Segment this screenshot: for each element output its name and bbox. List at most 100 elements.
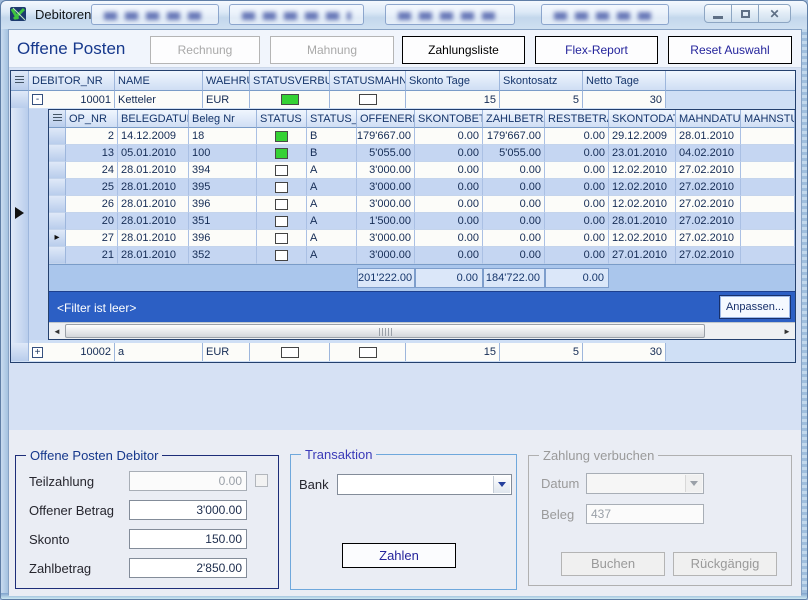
detail-column-header[interactable]: OP_NR bbox=[66, 110, 118, 128]
cell-skonto-tage: 15 bbox=[406, 91, 500, 108]
cell-zahlbetrag: 0.00 bbox=[483, 230, 545, 247]
collapse-button[interactable]: - bbox=[32, 94, 43, 105]
datum-combobox[interactable] bbox=[586, 473, 704, 494]
skonto-field[interactable]: 150.00 bbox=[129, 529, 247, 549]
cell-name: Ketteler bbox=[115, 91, 203, 108]
master-column-header[interactable]: STATUSVERBUCI bbox=[250, 71, 330, 91]
checkbox-unchecked[interactable] bbox=[281, 347, 299, 358]
detail-column-header[interactable]: RESTBETRA bbox=[545, 110, 609, 128]
detail-column-header[interactable]: MAHNDATU bbox=[676, 110, 741, 128]
scroll-left-icon[interactable]: ◄ bbox=[49, 323, 65, 339]
master-column-header[interactable]: NAME bbox=[115, 71, 203, 91]
detail-column-header[interactable]: BELEGDATUM bbox=[118, 110, 189, 128]
rechnung-button[interactable]: Rechnung bbox=[150, 36, 260, 64]
detail-header-row: OP_NRBELEGDATUMBeleg NrSTATUSSTATUS_OFFE… bbox=[49, 110, 795, 128]
detail-row[interactable]: 214.12.200918B179'667.000.00179'667.000.… bbox=[49, 128, 795, 145]
cell-beleg-nr: 352 bbox=[189, 247, 257, 264]
column-chooser-icon[interactable] bbox=[11, 71, 29, 91]
detail-column-header[interactable]: STATUS_ bbox=[307, 110, 357, 128]
offene-posten-detail-grid: OP_NRBELEGDATUMBeleg NrSTATUSSTATUS_OFFE… bbox=[48, 109, 796, 340]
cell-belegdatum: 28.01.2010 bbox=[118, 179, 189, 196]
offene-posten-debitor-groupbox: Offene Posten Debitor Teilzahlung 0.00 O… bbox=[15, 455, 279, 589]
cell-mahndatum: 27.02.2010 bbox=[676, 196, 741, 213]
cell-offener-betrag: 3'000.00 bbox=[357, 162, 415, 179]
close-button[interactable]: ✕ bbox=[758, 4, 791, 23]
master-row[interactable]: -10001KettelerEUR15530 bbox=[11, 91, 795, 108]
grid-menu-icon bbox=[53, 114, 62, 123]
zahlen-button[interactable]: Zahlen bbox=[342, 543, 456, 568]
checkbox-unchecked[interactable] bbox=[359, 94, 377, 105]
checkbox-unchecked[interactable] bbox=[275, 216, 288, 227]
mahnung-button[interactable]: Mahnung bbox=[270, 36, 394, 64]
scroll-right-icon[interactable]: ► bbox=[779, 323, 795, 339]
zahlbetrag-field[interactable]: 2'850.00 bbox=[129, 558, 247, 578]
summary-skontobetrag: 0.00 bbox=[415, 268, 483, 288]
anpassen-button[interactable]: Anpassen... bbox=[719, 295, 791, 319]
cell-belegdatum: 28.01.2010 bbox=[118, 162, 189, 179]
offener-betrag-field[interactable]: 3'000.00 bbox=[129, 500, 247, 520]
maximize-button[interactable] bbox=[731, 4, 759, 23]
zahlung-verbuchen-groupbox: Zahlung verbuchen Datum Beleg 437 Buchen… bbox=[528, 455, 792, 586]
detail-column-header[interactable]: MAHNSTU bbox=[741, 110, 795, 128]
master-column-header[interactable]: Netto Tage bbox=[583, 71, 666, 91]
flex-report-button[interactable]: Flex-Report bbox=[535, 36, 658, 64]
row-filler bbox=[666, 343, 795, 361]
cell-zahlbetrag: 0.00 bbox=[483, 162, 545, 179]
horizontal-scrollbar[interactable]: ◄ ► bbox=[49, 322, 795, 339]
cell-op-nr: 24 bbox=[66, 162, 118, 179]
master-column-header[interactable]: STATUSMAHNEN bbox=[330, 71, 406, 91]
checkbox-checked[interactable] bbox=[275, 148, 288, 159]
master-column-header[interactable]: WAEHRU bbox=[203, 71, 250, 91]
detail-column-header[interactable]: Beleg Nr bbox=[189, 110, 257, 128]
row-indicator-cell bbox=[49, 145, 66, 162]
cell-mahnstufe bbox=[741, 247, 795, 264]
rueckgaengig-button[interactable]: Rückgängig bbox=[673, 552, 777, 576]
expand-button[interactable]: + bbox=[32, 347, 43, 358]
buchen-button[interactable]: Buchen bbox=[561, 552, 665, 576]
cell-status2: A bbox=[307, 162, 357, 179]
dropdown-button[interactable] bbox=[493, 476, 510, 493]
cell-waehrung: EUR bbox=[203, 91, 250, 108]
reset-auswahl-button[interactable]: Reset Auswahl bbox=[668, 36, 792, 64]
detail-row[interactable]: 2428.01.2010394A3'000.000.000.000.0012.0… bbox=[49, 162, 795, 179]
detail-column-header[interactable]: SKONTODAT bbox=[609, 110, 676, 128]
detail-row[interactable]: 2028.01.2010351A1'500.000.000.000.0028.0… bbox=[49, 213, 795, 230]
detail-column-header[interactable]: ZAHLBETRA bbox=[483, 110, 545, 128]
checkbox-checked[interactable] bbox=[275, 131, 288, 142]
detail-column-header[interactable]: STATUS bbox=[257, 110, 307, 128]
checkbox-unchecked[interactable] bbox=[275, 199, 288, 210]
detail-row[interactable]: 2628.01.2010396A3'000.000.000.000.0012.0… bbox=[49, 196, 795, 213]
minimize-button[interactable] bbox=[704, 4, 732, 23]
current-row-arrow-icon bbox=[15, 207, 24, 219]
toolbar: Offene Posten Rechnung Mahnung Zahlungsl… bbox=[9, 30, 801, 68]
teilzahlung-checkbox[interactable] bbox=[255, 474, 268, 487]
master-row[interactable]: +10002aEUR15530 bbox=[11, 343, 795, 361]
zahlungsliste-button[interactable]: Zahlungsliste bbox=[402, 36, 525, 64]
detail-row[interactable]: 2528.01.2010395A3'000.000.000.000.0012.0… bbox=[49, 179, 795, 196]
checkbox-unchecked[interactable] bbox=[275, 233, 288, 244]
master-column-header[interactable]: DEBITOR_NR bbox=[29, 71, 115, 91]
checkbox-unchecked[interactable] bbox=[275, 182, 288, 193]
column-chooser-icon[interactable] bbox=[49, 110, 66, 128]
teilzahlung-field[interactable]: 0.00 bbox=[129, 471, 247, 491]
detail-column-header[interactable]: SKONTOBET bbox=[415, 110, 483, 128]
dropdown-button[interactable] bbox=[685, 475, 702, 492]
detail-row[interactable]: 2128.01.2010352A3'000.000.000.000.0027.0… bbox=[49, 247, 795, 264]
detail-column-header[interactable]: OFFENERBE bbox=[357, 110, 415, 128]
checkbox-unchecked[interactable] bbox=[275, 250, 288, 261]
checkbox-checked[interactable] bbox=[281, 94, 299, 105]
bank-combobox[interactable] bbox=[337, 474, 512, 495]
row-indicator-cell bbox=[49, 196, 66, 213]
scrollbar-thumb[interactable] bbox=[65, 324, 705, 338]
beleg-field[interactable]: 437 bbox=[586, 504, 704, 524]
cell-skontodatum: 12.02.2010 bbox=[609, 179, 676, 196]
master-column-header[interactable]: Skonto Tage bbox=[406, 71, 500, 91]
cell-beleg-nr: 394 bbox=[189, 162, 257, 179]
checkbox-unchecked[interactable] bbox=[359, 347, 377, 358]
cell-mahndatum: 27.02.2010 bbox=[676, 247, 741, 264]
checkbox-unchecked[interactable] bbox=[275, 165, 288, 176]
master-column-header[interactable]: Skontosatz bbox=[500, 71, 583, 91]
detail-row[interactable]: 1305.01.2010100B5'055.000.005'055.000.00… bbox=[49, 145, 795, 162]
detail-row[interactable]: ▸2728.01.2010396A3'000.000.000.000.0012.… bbox=[49, 230, 795, 247]
transaktion-groupbox: Transaktion Bank Zahlen bbox=[290, 454, 517, 590]
